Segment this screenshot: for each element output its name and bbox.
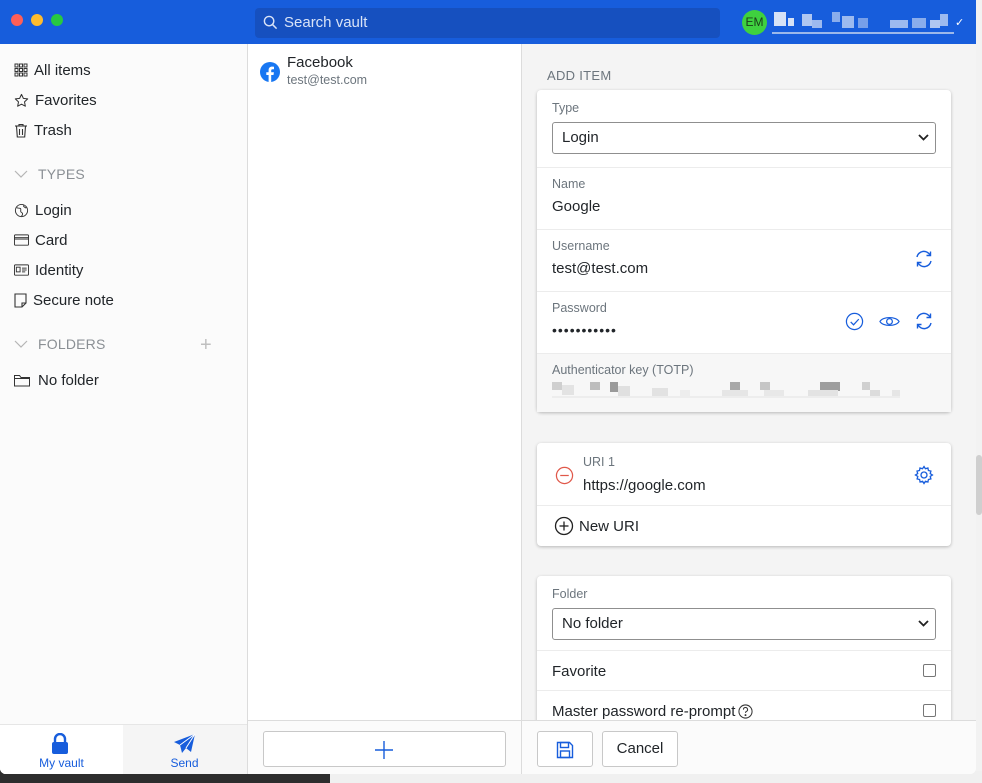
list-footer bbox=[248, 720, 521, 774]
type-row: Type Login bbox=[537, 90, 951, 168]
globe-icon bbox=[14, 203, 29, 217]
totp-label: Authenticator key (TOTP) bbox=[552, 363, 694, 377]
list-item[interactable]: Facebook test@test.com bbox=[248, 48, 521, 88]
lock-icon bbox=[52, 733, 68, 754]
trash-icon bbox=[15, 123, 27, 138]
sidebar-item-no-folder[interactable]: No folder bbox=[14, 369, 99, 391]
uri-card: URI 1 https://google.com New URI bbox=[537, 443, 951, 546]
close-window-button[interactable] bbox=[11, 14, 23, 26]
username-field[interactable]: test@test.com bbox=[552, 260, 648, 277]
uri-label: URI 1 bbox=[583, 455, 615, 469]
paper-plane-icon bbox=[174, 733, 196, 753]
credit-card-icon bbox=[14, 234, 29, 246]
bottom-tab-bar: My vault Send bbox=[0, 724, 247, 774]
password-label: Password bbox=[552, 301, 607, 315]
new-uri-button[interactable]: New URI bbox=[537, 506, 951, 546]
section-title: ADD ITEM bbox=[547, 68, 612, 83]
detail-footer: Cancel bbox=[522, 720, 976, 774]
search-placeholder: Search vault bbox=[284, 14, 368, 31]
vault-item-list: Facebook test@test.com bbox=[248, 44, 522, 774]
folder-label: Folder bbox=[552, 587, 588, 601]
facebook-icon bbox=[260, 62, 280, 82]
favorite-checkbox[interactable] bbox=[923, 664, 936, 677]
password-row[interactable]: Password ••••••••••• bbox=[537, 292, 951, 354]
folder-select[interactable]: No folder bbox=[552, 608, 936, 640]
plus-icon bbox=[375, 741, 393, 759]
type-label: Type bbox=[552, 101, 580, 115]
id-card-icon bbox=[14, 264, 29, 276]
totp-value-redacted[interactable] bbox=[552, 382, 902, 398]
generate-password-icon[interactable] bbox=[914, 311, 934, 331]
favorite-row[interactable]: Favorite bbox=[537, 651, 951, 691]
username-row[interactable]: Username test@test.com bbox=[537, 230, 951, 292]
floppy-disk-icon bbox=[556, 741, 574, 759]
search-icon bbox=[263, 15, 278, 30]
generate-username-icon[interactable] bbox=[914, 249, 934, 269]
sidebar-item-login[interactable]: Login bbox=[14, 199, 72, 221]
save-button[interactable] bbox=[537, 731, 593, 767]
note-icon bbox=[14, 292, 27, 308]
name-row[interactable]: Name Google bbox=[537, 168, 951, 230]
password-field[interactable]: ••••••••••• bbox=[552, 322, 617, 338]
reprompt-label: Master password re-prompt bbox=[552, 703, 736, 720]
title-bar: Search vault EM ✓ bbox=[0, 0, 976, 44]
background-scrollbar bbox=[976, 455, 982, 515]
reprompt-checkbox[interactable] bbox=[923, 704, 936, 717]
sidebar-item-all-items[interactable]: All items bbox=[14, 59, 91, 81]
sidebar-item-card[interactable]: Card bbox=[14, 229, 68, 251]
sidebar-item-trash[interactable]: Trash bbox=[14, 119, 72, 141]
folder-row: Folder No folder bbox=[537, 576, 951, 651]
chevron-down-icon bbox=[14, 340, 28, 348]
minimize-window-button[interactable] bbox=[31, 14, 43, 26]
uri-row[interactable]: URI 1 https://google.com bbox=[537, 443, 951, 506]
sidebar-item-favorites[interactable]: Favorites bbox=[14, 89, 97, 111]
question-circle-icon[interactable] bbox=[738, 704, 753, 719]
name-field[interactable]: Google bbox=[552, 198, 600, 215]
eye-icon[interactable] bbox=[879, 314, 900, 329]
folder-icon bbox=[14, 374, 30, 386]
chevron-down-icon bbox=[14, 170, 28, 178]
gear-icon[interactable] bbox=[914, 465, 934, 485]
add-folder-plus-icon[interactable]: + bbox=[200, 335, 212, 355]
new-uri-label: New URI bbox=[579, 518, 640, 535]
item-details-card: Type Login Name Google Username test@tes… bbox=[537, 90, 951, 412]
star-icon bbox=[14, 93, 29, 107]
chevron-down-icon[interactable]: ✓ bbox=[955, 16, 964, 29]
chevron-down-icon bbox=[918, 134, 929, 141]
tab-my-vault[interactable]: My vault bbox=[0, 725, 123, 774]
sidebar-item-secure-note[interactable]: Secure note bbox=[14, 289, 114, 311]
remove-uri-icon[interactable] bbox=[555, 466, 574, 485]
username-label: Username bbox=[552, 239, 610, 253]
zoom-window-button[interactable] bbox=[51, 14, 63, 26]
account-email-redacted[interactable] bbox=[772, 12, 954, 34]
grid-icon bbox=[14, 63, 28, 77]
check-password-icon[interactable] bbox=[845, 312, 864, 331]
favorite-label: Favorite bbox=[552, 663, 607, 680]
list-item-subtitle: test@test.com bbox=[287, 73, 368, 87]
types-section-toggle[interactable]: TYPES bbox=[14, 164, 85, 184]
add-item-button[interactable] bbox=[263, 731, 506, 767]
app-window: Search vault EM ✓ All items Favorites Tr… bbox=[0, 0, 976, 774]
add-item-panel: ADD ITEM Type Login Name Google Username… bbox=[522, 44, 976, 774]
cancel-button[interactable]: Cancel bbox=[602, 731, 678, 767]
sidebar: All items Favorites Trash TYPES Login Ca… bbox=[0, 44, 248, 774]
type-select[interactable]: Login bbox=[552, 122, 936, 154]
list-item-name: Facebook bbox=[287, 54, 353, 71]
uri-field[interactable]: https://google.com bbox=[583, 477, 706, 494]
avatar[interactable]: EM bbox=[742, 10, 767, 35]
tab-send[interactable]: Send bbox=[123, 725, 246, 774]
plus-circle-icon bbox=[554, 516, 574, 536]
name-label: Name bbox=[552, 177, 586, 191]
search-input[interactable]: Search vault bbox=[255, 8, 720, 38]
sidebar-item-identity[interactable]: Identity bbox=[14, 259, 83, 281]
folders-section-toggle[interactable]: FOLDERS bbox=[14, 334, 106, 354]
chevron-down-icon bbox=[918, 620, 929, 627]
